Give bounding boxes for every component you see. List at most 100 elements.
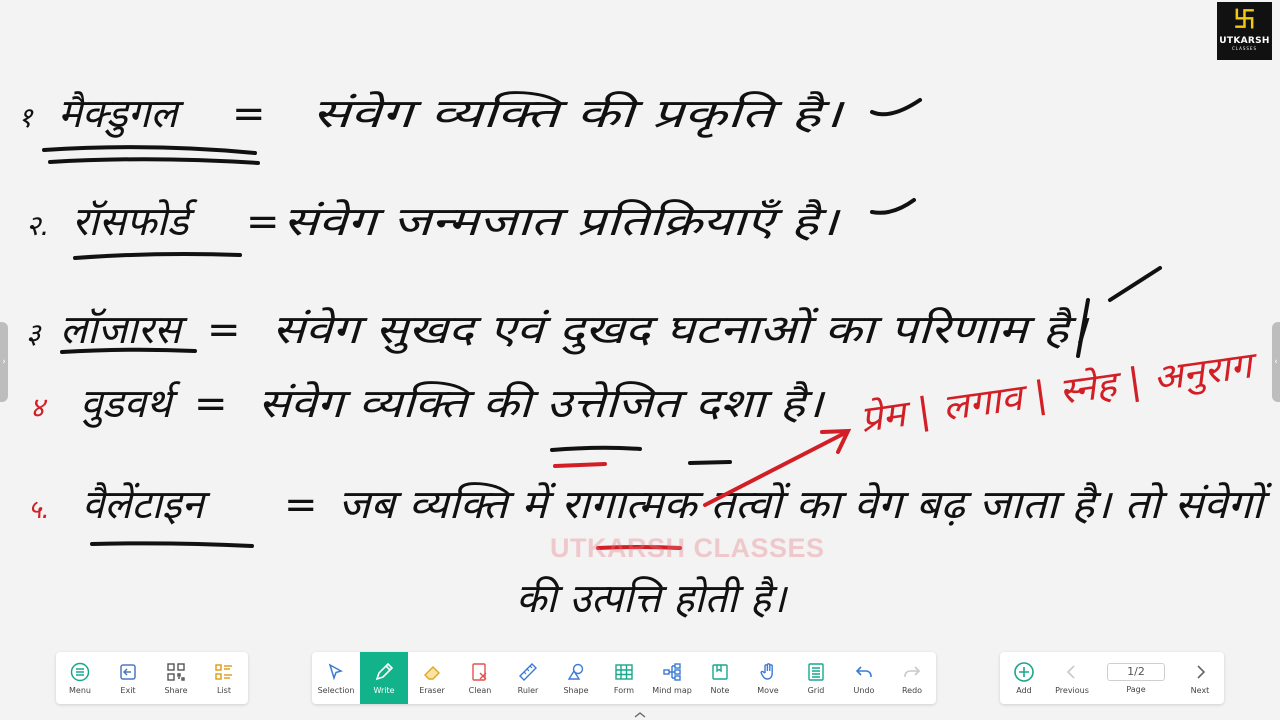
utkarsh-logo-mark-icon: 卐: [1233, 8, 1256, 33]
term-lazarus: लॉजारस: [60, 307, 188, 353]
mind-map-tool[interactable]: Mind map: [648, 652, 696, 704]
table-icon: [613, 661, 635, 683]
clean-tool[interactable]: Clean: [456, 652, 504, 704]
term-rossford: रॉसफोर्ड: [72, 199, 198, 245]
logo-subname: CLASSES: [1232, 46, 1257, 51]
underline-mcdougall: [42, 145, 257, 155]
mind-map-label: Mind map: [652, 686, 692, 695]
page-indicator[interactable]: 1/2 Page: [1096, 652, 1176, 704]
grid-label: Grid: [807, 686, 825, 695]
cursor-icon: [325, 661, 347, 683]
sep-1: =: [232, 91, 266, 137]
chevron-left-icon: [1061, 661, 1083, 683]
underline-rossford: [73, 252, 242, 260]
red-annotation: प्रेम | लगाव | स्नेह | अनुराग: [857, 343, 1261, 442]
redo-button[interactable]: Redo: [888, 652, 936, 704]
bullet-1: १: [18, 101, 34, 134]
ruler-icon: [517, 661, 539, 683]
menu-icon: [69, 661, 91, 683]
share-button[interactable]: Share: [152, 652, 200, 704]
list-icon: [213, 661, 235, 683]
mindmap-icon: [661, 661, 683, 683]
undo-label: Undo: [853, 686, 875, 695]
red-dash-1: [553, 462, 607, 468]
term-woodworth: वुडवर्थ: [80, 381, 181, 428]
eraser-icon: [421, 661, 443, 683]
clean-icon: [469, 661, 491, 683]
definition-5: जब व्यक्ति में रागात्मक तत्वों का वेग बढ…: [338, 482, 1273, 528]
left-edge-panel-handle[interactable]: ›: [0, 322, 8, 402]
move-label: Move: [757, 686, 779, 695]
left-toolbar: Menu Exit Share List: [56, 652, 248, 704]
menu-label: Menu: [69, 686, 91, 695]
undo-icon: [853, 661, 875, 683]
term-valentine: वैलेंटाइन: [82, 482, 211, 528]
underline-valentine: [90, 541, 254, 548]
shape-tool[interactable]: Shape: [552, 652, 600, 704]
shape-icon: [565, 661, 587, 683]
definition-5-continued: की उत्पत्ति होती है।: [516, 576, 789, 622]
expand-caret-icon[interactable]: [634, 712, 646, 718]
underline-utejit: [550, 445, 642, 452]
write-tool[interactable]: Write: [360, 652, 408, 704]
share-label: Share: [164, 686, 188, 695]
exit-icon: [117, 661, 139, 683]
check-mark-3: [1108, 266, 1162, 302]
undo-button[interactable]: Undo: [840, 652, 888, 704]
form-label: Form: [613, 686, 635, 695]
redo-label: Redo: [901, 686, 923, 695]
menu-button[interactable]: Menu: [56, 652, 104, 704]
clean-label: Clean: [468, 686, 492, 695]
bullet-5: ५.: [28, 495, 50, 525]
exit-button[interactable]: Exit: [104, 652, 152, 704]
definition-3: संवेग सुखद एवं दुखद घटनाओं का परिणाम है।: [272, 307, 1090, 355]
grid-icon: [805, 661, 827, 683]
list-button[interactable]: List: [200, 652, 248, 704]
chevron-right-icon: [1189, 661, 1211, 683]
utkarsh-logo: 卐 UTKARSH CLASSES: [1217, 2, 1272, 60]
write-label: Write: [373, 686, 395, 695]
qr-share-icon: [165, 661, 187, 683]
selection-tool[interactable]: Selection: [312, 652, 360, 704]
sep-3: =: [207, 307, 241, 353]
move-tool[interactable]: Move: [744, 652, 792, 704]
page-label: Page: [1126, 684, 1146, 694]
previous-page-button[interactable]: Previous: [1048, 652, 1096, 704]
definition-2: संवेग जन्मजात प्रतिक्रियाएँ है।: [283, 199, 842, 245]
watermark-text: UTKARSH CLASSES: [550, 533, 825, 563]
page-number-box[interactable]: 1/2: [1107, 662, 1165, 681]
sep-5: =: [284, 482, 318, 528]
eraser-tool[interactable]: Eraser: [408, 652, 456, 704]
term-mcdougall: मैक्डुगल: [58, 91, 184, 138]
exit-label: Exit: [120, 686, 136, 695]
note-label: Note: [710, 686, 730, 695]
add-page-button[interactable]: Add: [1000, 652, 1048, 704]
shape-label: Shape: [563, 686, 589, 695]
ruler-tool[interactable]: Ruler: [504, 652, 552, 704]
hand-icon: [757, 661, 779, 683]
list-label: List: [217, 686, 231, 695]
definition-4: संवेग व्यक्ति की उत्तेजित दशा है।: [258, 381, 826, 427]
check-mark-1: [870, 98, 922, 117]
previous-label: Previous: [1055, 686, 1089, 695]
form-tool[interactable]: Form: [600, 652, 648, 704]
underline-lazarus: [60, 347, 197, 354]
note-tool[interactable]: Note: [696, 652, 744, 704]
ruler-label: Ruler: [517, 686, 539, 695]
add-label: Add: [1016, 686, 1032, 695]
bullet-4: ४: [30, 391, 48, 424]
redo-icon: [901, 661, 923, 683]
right-toolbar: Add Previous 1/2 Page Next: [1000, 652, 1224, 704]
next-label: Next: [1190, 686, 1210, 695]
next-page-button[interactable]: Next: [1176, 652, 1224, 704]
right-edge-panel-handle[interactable]: ‹: [1272, 322, 1280, 402]
logo-name: UTKARSH: [1219, 36, 1270, 46]
bullet-3: ३: [26, 317, 42, 350]
note-icon: [709, 661, 731, 683]
underline-dash: [688, 460, 732, 465]
selection-label: Selection: [317, 686, 355, 695]
grid-tool[interactable]: Grid: [792, 652, 840, 704]
bullet-2: २.: [26, 209, 49, 242]
whiteboard-canvas[interactable]: १ मैक्डुगल = संवेग व्यक्ति की प्रकृति है…: [0, 0, 1280, 720]
sep-4: =: [194, 381, 228, 427]
